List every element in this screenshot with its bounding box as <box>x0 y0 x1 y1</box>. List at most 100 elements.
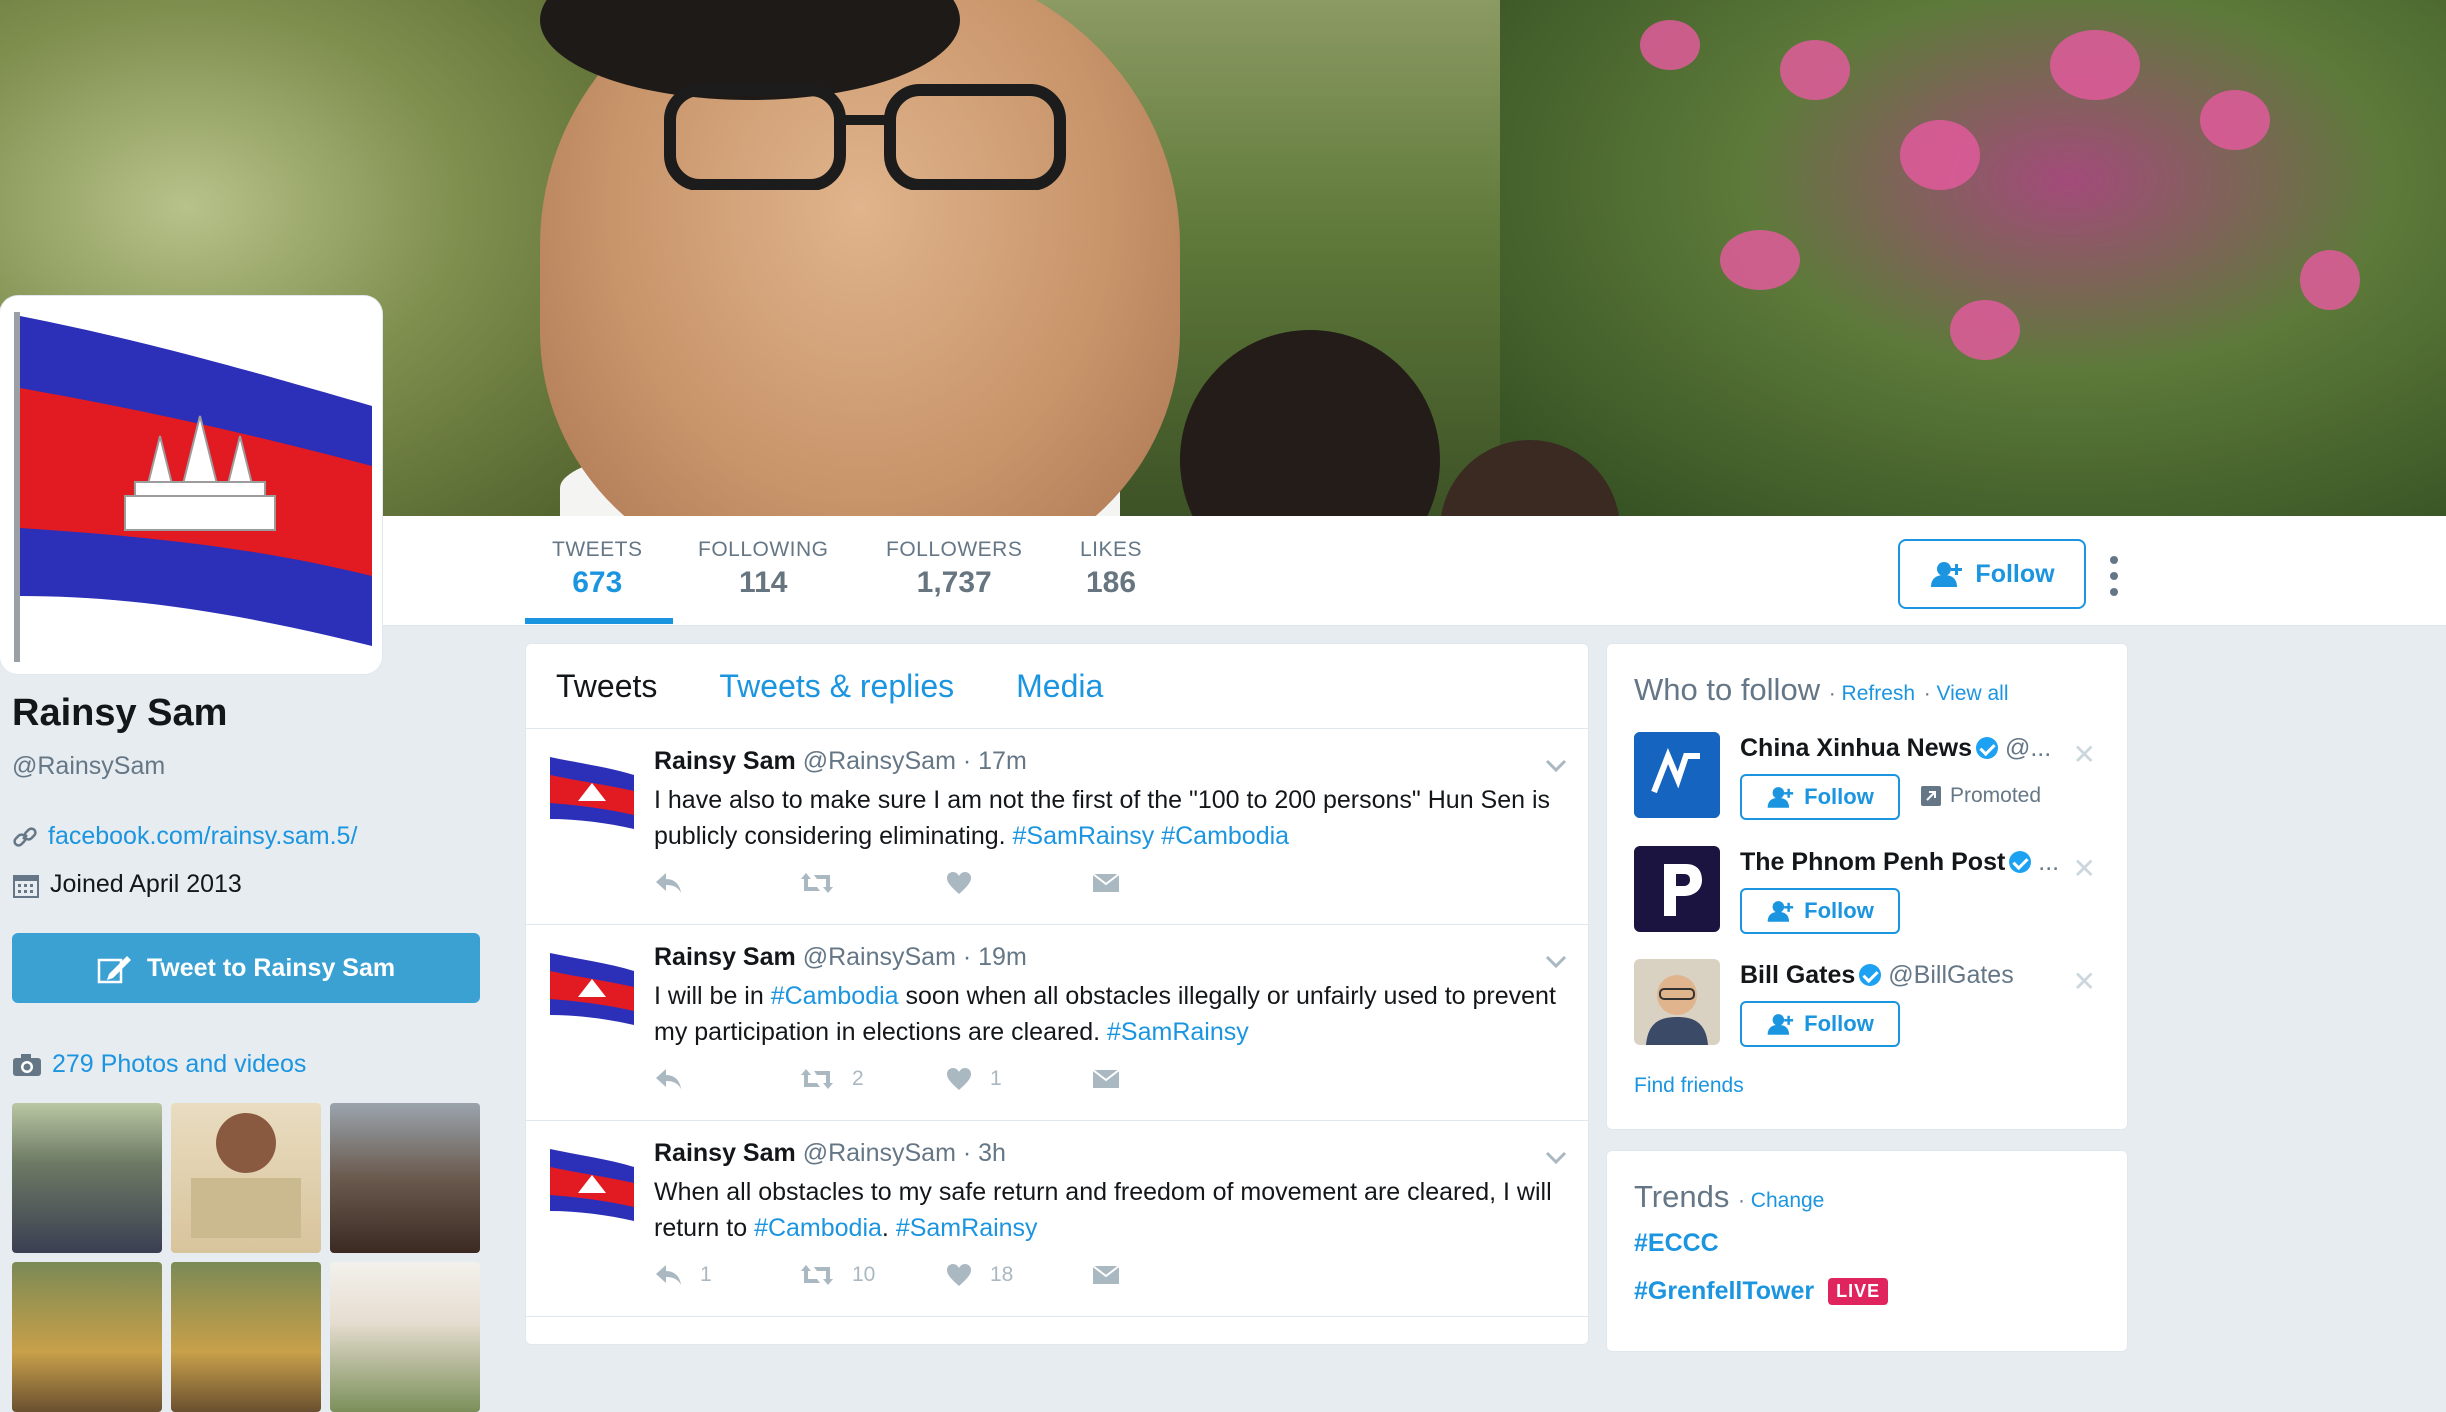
stat-label: FOLLOWERS <box>886 538 1023 561</box>
reply-icon <box>656 1069 681 1089</box>
heart-icon <box>947 1068 971 1090</box>
follow-button[interactable]: Follow <box>1898 539 2086 609</box>
direct-message-button[interactable] <box>1092 1263 1238 1287</box>
hashtag-link[interactable]: #Cambodia <box>754 1214 882 1242</box>
photos-videos-link[interactable]: 279 Photos and videos <box>12 1050 306 1079</box>
profile-handle[interactable]: @RainsySam <box>12 752 165 781</box>
tweet-item[interactable]: Rainsy Sam @RainsySam · 3h When all obst… <box>526 1121 1588 1317</box>
tweet-avatar[interactable] <box>548 949 636 1029</box>
chevron-down-icon[interactable] <box>1542 947 1570 975</box>
camera-icon <box>13 1053 41 1076</box>
tweet-avatar[interactable] <box>548 1145 636 1225</box>
profile-joined-row: Joined April 2013 <box>12 870 242 899</box>
follow-label: Follow <box>1804 1011 1874 1036</box>
tweet-author-name[interactable]: Rainsy Sam <box>654 943 796 971</box>
tab-tweets[interactable]: Tweets <box>556 668 657 705</box>
refresh-link[interactable]: Refresh <box>1842 682 1916 705</box>
tweet-author-name[interactable]: Rainsy Sam <box>654 747 796 775</box>
stat-label: LIKES <box>1080 538 1143 561</box>
tweet-actions: 2 1 <box>654 1067 1238 1091</box>
stat-following[interactable]: FOLLOWING 114 <box>698 538 829 600</box>
calendar-icon <box>13 874 39 898</box>
like-button[interactable] <box>946 871 1092 895</box>
tweet-item[interactable]: Rainsy Sam @RainsySam · 17m I have also … <box>526 729 1588 925</box>
reply-button[interactable] <box>654 871 800 895</box>
retweet-button[interactable]: 2 <box>800 1067 946 1091</box>
follow-button[interactable]: Follow <box>1740 774 1900 820</box>
tweet-author-handle[interactable]: @RainsySam <box>803 1139 956 1167</box>
tweet-to-label: Tweet to Rainsy Sam <box>146 953 396 982</box>
link-icon <box>13 826 37 847</box>
reply-button[interactable]: 1 <box>654 1263 800 1287</box>
tweet-author-handle[interactable]: @RainsySam <box>803 747 956 775</box>
tab-tweets-replies[interactable]: Tweets & replies <box>719 668 954 705</box>
suggestion-item: The Phnom Penh Post ... ✕ Follow <box>1634 846 2104 938</box>
stat-value: 673 <box>572 566 623 599</box>
tweet-timestamp[interactable]: 19m <box>978 943 1027 971</box>
direct-message-button[interactable] <box>1092 871 1238 895</box>
tweet-avatar[interactable] <box>548 753 636 833</box>
tweet-author-handle[interactable]: @RainsySam <box>803 943 956 971</box>
trend-item[interactable]: #ECCC <box>1634 1229 1719 1258</box>
tweet-item[interactable]: Rainsy Sam @RainsySam · 19m I will be in… <box>526 925 1588 1121</box>
suggestion-name-row[interactable]: Bill Gates @BillGates <box>1740 961 2070 990</box>
retweet-button[interactable]: 10 <box>800 1263 946 1287</box>
follow-button[interactable]: Follow <box>1740 1001 1900 1047</box>
photo-thumbnail[interactable] <box>171 1262 321 1412</box>
verified-badge-icon <box>2009 851 2032 873</box>
tweet-body: I will be in <box>654 982 771 1010</box>
suggestion-name-row[interactable]: The Phnom Penh Post ... <box>1740 848 2070 877</box>
profile-name[interactable]: Rainsy Sam <box>12 692 227 735</box>
hashtag-link[interactable]: #SamRainsy <box>896 1214 1038 1242</box>
retweet-button[interactable] <box>800 871 946 895</box>
reply-button[interactable] <box>654 1067 800 1091</box>
promoted-icon <box>1921 786 1941 806</box>
stat-tweets[interactable]: TWEETS 673 <box>552 538 643 600</box>
tweet-timestamp[interactable]: 17m <box>978 747 1027 775</box>
trend-item[interactable]: #GrenfellTower LIVE <box>1634 1277 1889 1306</box>
change-link[interactable]: Change <box>1751 1189 1825 1212</box>
like-button[interactable]: 1 <box>946 1067 1092 1091</box>
profile-website-row: facebook.com/rainsy.sam.5/ <box>12 822 357 851</box>
suggestion-handle: @BillGates <box>1888 961 2014 989</box>
photo-thumbnail[interactable] <box>330 1262 480 1412</box>
tweet-timestamp[interactable]: 3h <box>978 1139 1006 1167</box>
find-friends-link[interactable]: Find friends <box>1634 1074 1744 1098</box>
tweet-to-button[interactable]: Tweet to Rainsy Sam <box>12 933 480 1003</box>
tweet-author-name[interactable]: Rainsy Sam <box>654 1139 796 1167</box>
dismiss-icon[interactable]: ✕ <box>2073 852 2096 885</box>
suggestion-item: Bill Gates @BillGates ✕ Follow <box>1634 959 2104 1051</box>
follow-button[interactable]: Follow <box>1740 888 1900 934</box>
chevron-down-icon[interactable] <box>1542 751 1570 779</box>
add-user-icon <box>1767 901 1794 922</box>
verified-badge-icon <box>1975 737 1998 759</box>
photo-thumbnail[interactable] <box>12 1103 162 1253</box>
suggestion-avatar[interactable] <box>1634 959 1720 1045</box>
photo-thumbnail[interactable] <box>330 1103 480 1253</box>
profile-joined: Joined April 2013 <box>50 870 242 898</box>
reply-icon <box>656 1265 681 1285</box>
photo-thumbnail[interactable] <box>171 1103 321 1253</box>
trends-header: Trends · Change <box>1634 1179 1825 1214</box>
stat-likes[interactable]: LIKES 186 <box>1080 538 1142 600</box>
direct-message-button[interactable] <box>1092 1067 1238 1091</box>
retweet-count: 2 <box>852 1067 864 1090</box>
tweet-hashtags[interactable]: #SamRainsy #Cambodia <box>1013 822 1290 850</box>
dismiss-icon[interactable]: ✕ <box>2073 965 2096 998</box>
suggestion-name-row[interactable]: China Xinhua News @... <box>1740 734 2070 763</box>
profile-avatar[interactable] <box>0 296 382 674</box>
hashtag-link[interactable]: #Cambodia <box>771 982 899 1010</box>
photo-thumbnail[interactable] <box>12 1262 162 1412</box>
tab-media[interactable]: Media <box>1016 668 1103 705</box>
like-button[interactable]: 18 <box>946 1263 1092 1287</box>
dismiss-icon[interactable]: ✕ <box>2073 738 2096 771</box>
suggestion-avatar[interactable] <box>1634 732 1720 818</box>
suggestion-avatar[interactable] <box>1634 846 1720 932</box>
view-all-link[interactable]: View all <box>1937 682 2009 705</box>
hashtag-link[interactable]: #SamRainsy <box>1107 1018 1249 1046</box>
heart-icon <box>947 872 971 894</box>
profile-website-link[interactable]: facebook.com/rainsy.sam.5/ <box>48 822 357 851</box>
stat-followers[interactable]: FOLLOWERS 1,737 <box>886 538 1022 600</box>
more-options-icon[interactable] <box>2108 556 2120 596</box>
chevron-down-icon[interactable] <box>1542 1143 1570 1171</box>
